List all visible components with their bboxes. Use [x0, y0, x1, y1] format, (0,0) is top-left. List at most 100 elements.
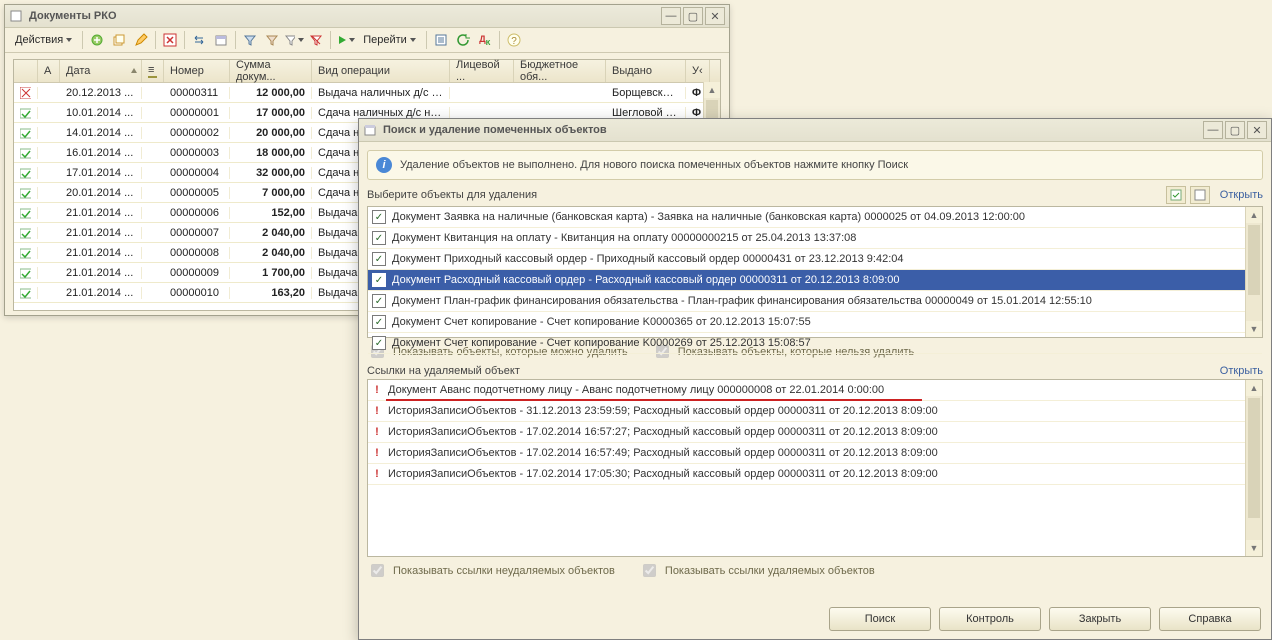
ref-item[interactable]: ! Документ Аванс подотчетному лицу - Аван… — [368, 380, 1262, 401]
ref-item[interactable]: !ИсторияЗаписиОбъектов - 17.02.2014 17:0… — [368, 464, 1262, 485]
svg-text:?: ? — [511, 36, 517, 47]
run-icon[interactable] — [335, 30, 355, 50]
status-icon — [14, 187, 38, 199]
cell-number: 00000010 — [164, 287, 230, 299]
check-all-button[interactable] — [1166, 186, 1186, 204]
clear-filter-icon[interactable] — [306, 30, 326, 50]
objects-list[interactable]: ✓Документ Заявка на наличные (банковская… — [367, 206, 1263, 338]
search-delete-window: Поиск и удаление помеченных объектов — ▢… — [358, 118, 1272, 640]
col-sum[interactable]: Сумма докум... — [230, 60, 312, 82]
modal-title: Поиск и удаление помеченных объектов — [383, 124, 1203, 136]
table-row[interactable]: 20.12.2013 ...0000031112 000,00Выдача на… — [14, 83, 720, 103]
modal-close-button[interactable]: ✕ — [1247, 121, 1267, 139]
status-icon — [14, 247, 38, 259]
cell-sum: 32 000,00 — [230, 167, 312, 179]
checkbox-icon[interactable]: ✓ — [372, 252, 386, 266]
copy-icon[interactable] — [109, 30, 129, 50]
actions-menu[interactable]: Действия — [9, 30, 78, 50]
filter-checkboxes-bottom: Показывать ссылки неудаляемых объектов П… — [367, 561, 1263, 580]
checkbox-icon[interactable]: ✓ — [372, 336, 386, 350]
window-icon — [9, 9, 23, 23]
close-button[interactable]: ✕ — [705, 7, 725, 25]
checkbox-icon[interactable]: ✓ — [372, 294, 386, 308]
checkbox-icon[interactable]: ✓ — [372, 210, 386, 224]
filter1-icon[interactable] — [240, 30, 260, 50]
modal-maximize-button[interactable]: ▢ — [1225, 121, 1245, 139]
scrollbar[interactable]: ▲▼ — [1245, 380, 1262, 556]
cb-refs-deletable[interactable]: Показывать ссылки удаляемых объектов — [639, 561, 875, 580]
add-icon[interactable] — [87, 30, 107, 50]
dk-icon[interactable]: ДК — [475, 30, 495, 50]
list-item[interactable]: ✓Документ Квитанция на оплату - Квитанци… — [368, 228, 1262, 249]
open-link-top[interactable]: Открыть — [1220, 189, 1263, 201]
minimize-button[interactable]: — — [661, 7, 681, 25]
ref-item-label: ИсторияЗаписиОбъектов - 31.12.2013 23:59… — [388, 405, 938, 417]
cell-date: 21.01.2014 ... — [60, 207, 142, 219]
close-button[interactable]: Закрыть — [1049, 607, 1151, 631]
goto-menu[interactable]: Перейти — [357, 30, 422, 50]
cell-sum: 163,20 — [230, 287, 312, 299]
list-item-label: Документ Счет копирование - Счет копиров… — [392, 337, 811, 349]
window-title: Документы РКО — [29, 10, 661, 22]
checkbox-icon[interactable]: ✓ — [372, 315, 386, 329]
ref-item[interactable]: !ИсторияЗаписиОбъектов - 31.12.2013 23:5… — [368, 401, 1262, 422]
list-item[interactable]: ✓ Документ Счет копирование - Счет копиро… — [368, 333, 1262, 354]
col-date[interactable]: Дата — [60, 60, 142, 82]
delete-icon[interactable] — [160, 30, 180, 50]
search-button[interactable]: Поиск — [829, 607, 931, 631]
col-account[interactable]: Лицевой ... — [450, 60, 514, 82]
ref-item[interactable]: !ИсторияЗаписиОбъектов - 17.02.2014 16:5… — [368, 443, 1262, 464]
refresh-date-icon[interactable] — [211, 30, 231, 50]
swap-icon[interactable] — [189, 30, 209, 50]
filter-settings-icon[interactable] — [284, 30, 304, 50]
status-icon — [14, 107, 38, 119]
col-status[interactable] — [14, 60, 38, 82]
status-icon — [14, 227, 38, 239]
cell-number: 00000003 — [164, 147, 230, 159]
cb-refs-nondeletable[interactable]: Показывать ссылки неудаляемых объектов — [367, 561, 615, 580]
edit-icon[interactable] — [131, 30, 151, 50]
list-item[interactable]: ✓Документ Расходный кассовый ордер - Рас… — [368, 270, 1262, 291]
ref-item-label: Документ Аванс подотчетному лицу - Аванс… — [388, 384, 884, 396]
list-item[interactable]: ✓Документ Счет копирование - Счет копиро… — [368, 312, 1262, 333]
list-icon[interactable] — [431, 30, 451, 50]
ref-item[interactable]: ! ИсторияЗаписиОбъектов - 17.02.2014 16:5… — [368, 422, 1262, 443]
cell-number: 00000002 — [164, 127, 230, 139]
help-button[interactable]: Справка — [1159, 607, 1261, 631]
warning-icon: ! — [372, 426, 382, 438]
cell-sum: 7 000,00 — [230, 187, 312, 199]
checkbox-icon[interactable]: ✓ — [372, 231, 386, 245]
maximize-button[interactable]: ▢ — [683, 7, 703, 25]
open-link-bottom[interactable]: Открыть — [1220, 365, 1263, 377]
scrollbar[interactable]: ▲▼ — [1245, 207, 1262, 337]
filter2-icon[interactable] — [262, 30, 282, 50]
status-icon — [14, 127, 38, 139]
col-budget[interactable]: Бюджетное обя... — [514, 60, 606, 82]
help-icon[interactable]: ? — [504, 30, 524, 50]
warning-icon: ! — [372, 384, 382, 396]
cell-sum: 17 000,00 — [230, 107, 312, 119]
control-button[interactable]: Контроль — [939, 607, 1041, 631]
ref-item-label: ИсторияЗаписиОбъектов - 17.02.2014 16:57… — [388, 447, 938, 459]
col-op[interactable]: Вид операции — [312, 60, 450, 82]
info-icon: i — [376, 157, 392, 173]
ref-item-label: ИсторияЗаписиОбъектов - 17.02.2014 16:57… — [388, 426, 938, 438]
modal-minimize-button[interactable]: — — [1203, 121, 1223, 139]
checkbox-icon[interactable]: ✓ — [372, 273, 386, 287]
reload-icon[interactable] — [453, 30, 473, 50]
status-icon — [14, 147, 38, 159]
refs-list[interactable]: ! Документ Аванс подотчетному лицу - Аван… — [367, 379, 1263, 557]
col-issued[interactable]: Выдано — [606, 60, 686, 82]
uncheck-all-button[interactable] — [1190, 186, 1210, 204]
cell-sum: 1 700,00 — [230, 267, 312, 279]
cell-issued: Шегловой Лю — [606, 107, 686, 119]
list-item[interactable]: ✓Документ План-график финансирования обя… — [368, 291, 1262, 312]
list-item[interactable]: ✓Документ Заявка на наличные (банковская… — [368, 207, 1262, 228]
status-icon — [14, 287, 38, 299]
col-sort-icon[interactable]: ≡ — [142, 60, 164, 82]
col-a[interactable]: А — [38, 60, 60, 82]
col-flag[interactable]: У‹ — [686, 60, 710, 82]
list-item[interactable]: ✓Документ Приходный кассовый ордер - При… — [368, 249, 1262, 270]
cell-date: 20.01.2014 ... — [60, 187, 142, 199]
col-number[interactable]: Номер — [164, 60, 230, 82]
